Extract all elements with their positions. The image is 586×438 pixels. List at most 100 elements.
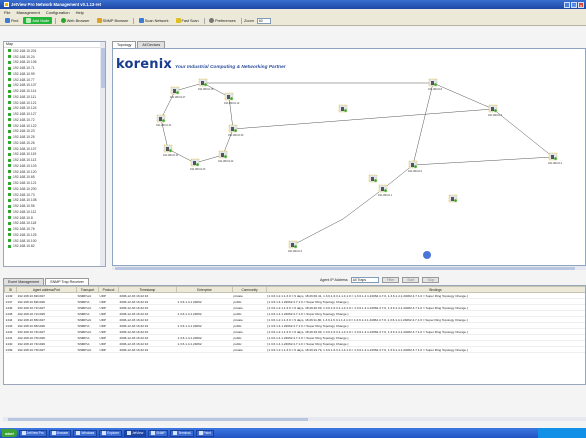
node-label: 192.168.10.27 — [170, 96, 186, 99]
device-icon — [8, 118, 11, 122]
topology-link — [432, 82, 494, 110]
device-icon — [8, 152, 11, 156]
tree-scrollbar[interactable] — [100, 42, 105, 266]
node-label: 192.168.10.1 — [378, 194, 393, 197]
tree-item-label: 192.168.10.106 — [13, 60, 37, 65]
device-node[interactable]: 192.168.10.14 — [224, 92, 240, 105]
navigator-icon[interactable] — [423, 251, 431, 259]
scrollbar-thumb[interactable] — [115, 266, 575, 270]
filter-button[interactable]: Filter — [381, 277, 400, 283]
taskbar: start JetView Pro Browser Windows Explorer J… — [0, 428, 586, 438]
trap-filter-select[interactable]: All Traps — [350, 277, 379, 283]
tree-item[interactable]: 192.168.10.82 — [8, 244, 105, 250]
start-button[interactable]: start — [2, 429, 17, 437]
device-node[interactable] — [448, 194, 458, 203]
device-node[interactable]: 192.168.10.1 — [378, 184, 393, 197]
topology-canvas[interactable]: korenix Your Industrial Computing & Netw… — [112, 48, 586, 266]
tree-item-label: 192.168.10.23 — [13, 129, 35, 134]
device-icon — [8, 193, 11, 197]
tree-item-label: 192.168.10.124 — [13, 106, 37, 111]
globe-icon — [60, 18, 66, 23]
tree-item-label: 192.168.10.120 — [13, 169, 37, 174]
device-body — [221, 153, 224, 157]
device-node[interactable]: 192.168.10.31 — [156, 114, 172, 127]
toolbar-separator — [203, 17, 205, 24]
device-node[interactable]: 192.168.10.3 — [288, 240, 303, 253]
taskbar-item[interactable]: Paint — [195, 429, 214, 437]
topology-link — [412, 82, 434, 166]
menu-configuration[interactable]: Configuration — [46, 10, 70, 15]
device-node[interactable] — [338, 104, 348, 113]
system-tray — [538, 428, 586, 438]
device-body — [173, 89, 176, 93]
zoom-select[interactable]: 60 — [256, 17, 271, 24]
preferences-button[interactable]: Preferences — [207, 17, 237, 24]
device-node[interactable] — [368, 174, 378, 183]
table-scrollbar[interactable] — [3, 417, 586, 421]
table-row[interactable]: 1439 192.168.10.73/1027 SNMPv2c UDP 2006-12-… — [4, 346, 585, 353]
scrollbar-thumb[interactable] — [100, 48, 105, 88]
add-node-button[interactable]: Add Node — [23, 17, 53, 24]
node-label: 192.168.10.15 — [198, 88, 214, 91]
app-icon — [127, 431, 132, 435]
menu-help[interactable]: Help — [76, 10, 84, 15]
zoom-label: Zoom — [244, 18, 254, 23]
taskbar-item[interactable]: SNMP — [148, 429, 169, 437]
node-label: 192.168.10.8 — [428, 88, 443, 91]
taskbar-item[interactable]: Terminal — [170, 429, 194, 437]
device-icon — [8, 49, 11, 53]
table-cell: private — [232, 346, 267, 353]
fast-scan-button[interactable]: Fast Scan — [174, 17, 201, 24]
device-icon — [8, 198, 11, 202]
node-label: 192.168.10.14 — [224, 102, 240, 105]
gear-icon — [209, 18, 215, 23]
device-icon — [8, 216, 11, 220]
app-icon — [21, 431, 26, 435]
menu-file[interactable]: File — [4, 10, 10, 15]
taskbar-item[interactable]: JetView Pro — [18, 429, 47, 437]
device-node[interactable]: 192.168.10.4 — [488, 104, 503, 117]
device-node[interactable]: 192.168.10.22 — [218, 150, 234, 163]
menu-management[interactable]: Management — [16, 10, 39, 15]
minimize-icon[interactable]: _ — [564, 1, 570, 8]
taskbar-item[interactable]: Explorer — [99, 429, 123, 437]
device-node[interactable]: 192.168.10.2 — [548, 152, 563, 165]
taskbar-item[interactable]: Windows — [73, 429, 98, 437]
table-cell: UDP — [98, 346, 119, 353]
maximize-icon[interactable]: □ — [571, 1, 577, 8]
device-node[interactable]: 192.168.10.8 — [428, 78, 443, 91]
table-cell: 192.168.10.73/1027 — [16, 346, 77, 353]
start-button[interactable]: Start — [402, 277, 420, 283]
taskbar-item[interactable]: JetView — [124, 429, 147, 437]
tab-snmp-trap-receiver[interactable]: SNMP Trap Receiver — [45, 278, 89, 285]
app-icon — [102, 431, 107, 435]
snmp-browser-button[interactable]: SNMP Browser — [95, 17, 131, 24]
tree-item-label: 192.168.10.118 — [13, 221, 37, 226]
tab-all-devices[interactable]: All Devices — [137, 41, 166, 48]
device-node[interactable]: 192.168.10.11 — [163, 144, 179, 157]
find-button[interactable]: Find — [3, 17, 20, 24]
tab-event-management[interactable]: Event Management — [3, 278, 45, 285]
topology-link — [492, 108, 554, 158]
status-led — [344, 109, 347, 112]
scan-network-button[interactable]: Scan Network — [137, 17, 171, 24]
device-icon — [8, 147, 11, 151]
tab-topology[interactable]: Topology — [112, 41, 137, 48]
status-led — [294, 245, 297, 248]
topology-link — [342, 188, 384, 220]
tree-item-label: 192.168.10.99 — [13, 71, 35, 76]
device-node[interactable]: 192.168.10.30 — [228, 124, 244, 137]
web-browser-button[interactable]: Web Browser — [59, 17, 92, 24]
device-icon — [8, 170, 11, 174]
device-node[interactable]: 192.168.10.15 — [198, 78, 214, 91]
canvas-scrollbar[interactable] — [112, 266, 586, 270]
taskbar-item[interactable]: Browser — [48, 429, 72, 437]
close-icon[interactable]: × — [578, 1, 584, 8]
device-icon — [8, 83, 11, 87]
search-icon — [5, 18, 10, 23]
device-node[interactable]: 192.168.10.6 — [408, 160, 423, 173]
device-icon — [8, 95, 11, 99]
stop-button[interactable]: Stop — [422, 277, 440, 283]
scrollbar-thumb[interactable] — [8, 417, 308, 421]
tree-item-label: 192.168.10.65 — [13, 175, 35, 180]
